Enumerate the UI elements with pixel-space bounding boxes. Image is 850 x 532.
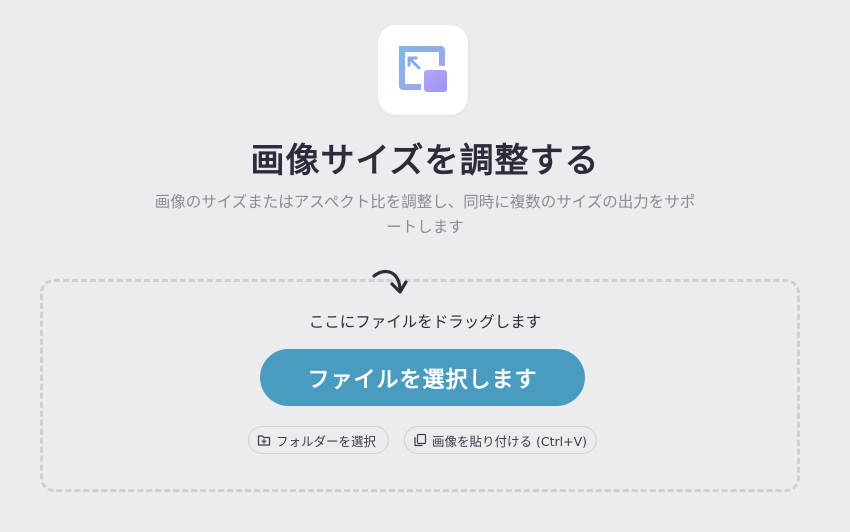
select-file-button[interactable]: ファイルを選択します xyxy=(260,349,585,406)
select-folder-label: フォルダーを選択 xyxy=(276,433,377,449)
app-logo xyxy=(378,25,468,115)
resize-image-icon xyxy=(399,46,447,92)
select-folder-button[interactable]: フォルダーを選択 xyxy=(248,426,389,454)
copy-icon xyxy=(413,433,427,447)
page-title: 画像サイズを調整する xyxy=(250,141,600,181)
paste-image-label: 画像を貼り付ける (Ctrl+V) xyxy=(432,433,587,449)
page-subtitle: 画像のサイズまたはアスペクト比を調整し、同時に複数のサイズの出力をサポートします xyxy=(154,193,696,236)
drag-here-text: ここにファイルをドラッグします xyxy=(308,313,542,331)
paste-image-button[interactable]: 画像を貼り付ける (Ctrl+V) xyxy=(404,426,597,454)
curved-arrow-down-icon xyxy=(372,269,408,294)
folder-plus-icon xyxy=(257,433,271,447)
